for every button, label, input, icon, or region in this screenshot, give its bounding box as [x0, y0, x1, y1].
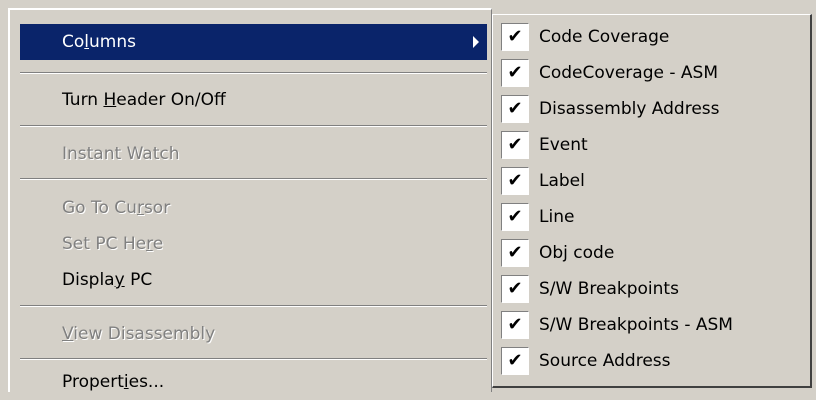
submenu-item-event[interactable]: ✔ Event	[495, 127, 808, 163]
context-menu: Columns Turn Header On/Off Instant Watch…	[8, 8, 492, 392]
menu-item-turn-header[interactable]: Turn Header On/Off	[20, 82, 487, 118]
submenu-item-label: Disassembly Address	[539, 99, 720, 119]
submenu-item-label: Source Address	[539, 351, 671, 371]
menu-item-label: Turn Header On/Off	[62, 90, 226, 110]
checkmark-icon: ✔	[501, 239, 529, 267]
submenu-item-label: Code Coverage	[539, 27, 670, 47]
checkmark-icon: ✔	[501, 131, 529, 159]
submenu-item-disassembly-address[interactable]: ✔ Disassembly Address	[495, 91, 808, 127]
menu-item-properties[interactable]: Properties...	[20, 364, 487, 400]
columns-submenu: ✔ Code Coverage ✔ CodeCoverage - ASM ✔ D…	[492, 14, 812, 388]
menu-separator	[20, 125, 487, 127]
submenu-item-label-column[interactable]: ✔ Label	[495, 163, 808, 199]
menu-item-label: Columns	[62, 32, 136, 52]
menu-item-label: Instant Watch	[62, 144, 180, 164]
menu-item-instant-watch[interactable]: Instant Watch	[20, 136, 487, 172]
submenu-item-label: S/W Breakpoints	[539, 279, 679, 299]
menu-separator	[20, 178, 487, 180]
submenu-item-sw-breakpoints-asm[interactable]: ✔ S/W Breakpoints - ASM	[495, 307, 808, 343]
menu-separator	[20, 358, 487, 360]
submenu-item-label: Event	[539, 135, 588, 155]
submenu-item-sw-breakpoints[interactable]: ✔ S/W Breakpoints	[495, 271, 808, 307]
submenu-arrow-icon	[473, 36, 479, 48]
menu-separator	[20, 72, 487, 74]
submenu-item-label: Label	[539, 171, 585, 191]
checkmark-icon: ✔	[501, 95, 529, 123]
checkmark-icon: ✔	[501, 59, 529, 87]
menu-item-display-pc[interactable]: Display PC	[20, 262, 487, 298]
menu-item-label: View Disassembly	[62, 324, 216, 344]
submenu-item-label: Obj code	[539, 243, 615, 263]
menu-item-label: Display PC	[62, 270, 153, 290]
menu-item-go-to-cursor[interactable]: Go To Cursor	[20, 190, 487, 226]
submenu-item-source-address[interactable]: ✔ Source Address	[495, 343, 808, 379]
menu-separator	[20, 305, 487, 307]
menu-item-label: Go To Cursor	[62, 198, 171, 218]
submenu-item-line[interactable]: ✔ Line	[495, 199, 808, 235]
menu-item-label: Properties...	[62, 372, 165, 392]
submenu-item-codecoverage-asm[interactable]: ✔ CodeCoverage - ASM	[495, 55, 808, 91]
submenu-item-label: Line	[539, 207, 575, 227]
submenu-item-label: CodeCoverage - ASM	[539, 63, 718, 83]
checkmark-icon: ✔	[501, 203, 529, 231]
submenu-item-obj-code[interactable]: ✔ Obj code	[495, 235, 808, 271]
checkmark-icon: ✔	[501, 23, 529, 51]
checkmark-icon: ✔	[501, 275, 529, 303]
menu-item-label: Set PC Here	[62, 234, 164, 254]
checkmark-icon: ✔	[501, 347, 529, 375]
menu-item-set-pc-here[interactable]: Set PC Here	[20, 226, 487, 262]
menu-item-columns[interactable]: Columns	[20, 24, 487, 60]
checkmark-icon: ✔	[501, 311, 529, 339]
submenu-item-code-coverage[interactable]: ✔ Code Coverage	[495, 19, 808, 55]
menu-item-view-disassembly[interactable]: View Disassembly	[20, 316, 487, 352]
submenu-item-label: S/W Breakpoints - ASM	[539, 315, 733, 335]
checkmark-icon: ✔	[501, 167, 529, 195]
